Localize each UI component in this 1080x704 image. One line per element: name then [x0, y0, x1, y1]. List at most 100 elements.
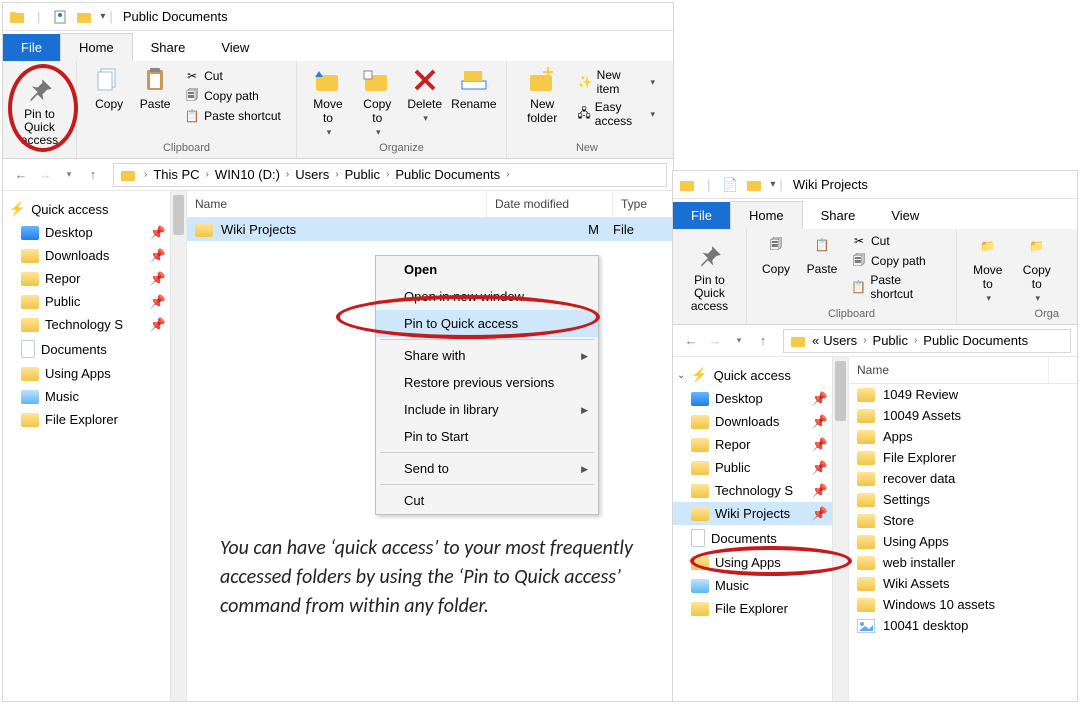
list-item[interactable]: Apps: [849, 426, 1077, 447]
col-name[interactable]: Name: [849, 357, 1049, 383]
folder-icon[interactable]: [76, 9, 92, 25]
list-item[interactable]: Store: [849, 510, 1077, 531]
tab-share[interactable]: Share: [803, 202, 874, 229]
tree-item-downloads[interactable]: Downloads📌: [673, 410, 848, 433]
menu-item-open-new-window[interactable]: Open in new window: [376, 283, 598, 310]
forward-button[interactable]: →: [33, 163, 57, 187]
list-item[interactable]: Wiki Assets: [849, 573, 1077, 594]
list-item[interactable]: web installer: [849, 552, 1077, 573]
file-list[interactable]: Name 1049 Review10049 AssetsAppsFile Exp…: [849, 357, 1077, 701]
rename-button[interactable]: Rename: [448, 63, 500, 113]
list-item[interactable]: Windows 10 assets: [849, 594, 1077, 615]
paste-button[interactable]: Paste: [132, 63, 178, 113]
col-date[interactable]: Date modified: [487, 191, 613, 217]
back-button[interactable]: ←: [9, 163, 33, 187]
scrollbar[interactable]: [170, 191, 186, 701]
list-item[interactable]: 10049 Assets: [849, 405, 1077, 426]
tab-view[interactable]: View: [873, 202, 937, 229]
tree-item[interactable]: Repor📌: [673, 433, 848, 456]
menu-item-open[interactable]: Open: [376, 256, 598, 283]
move-to-button[interactable]: 📁 Move to: [963, 229, 1013, 306]
menu-item-cut[interactable]: Cut: [376, 487, 598, 514]
breadcrumb[interactable]: › This PC› WIN10 (D:)› Users› Public› Pu…: [113, 163, 667, 187]
collapse-icon[interactable]: ⌄: [677, 370, 685, 381]
tree-item[interactable]: Technology S📌: [673, 479, 848, 502]
forward-button[interactable]: →: [703, 329, 727, 353]
recent-locations-button[interactable]: ▾: [727, 329, 751, 353]
tab-file[interactable]: File: [673, 202, 730, 229]
paste-button[interactable]: 📋 Paste: [799, 228, 845, 278]
recent-locations-button[interactable]: ▾: [57, 163, 81, 187]
list-item[interactable]: 10041 desktop: [849, 615, 1077, 636]
menu-item-pin-to-quick-access[interactable]: Pin to Quick access: [376, 310, 598, 337]
folder-icon[interactable]: [746, 177, 762, 193]
new-item-button[interactable]: ✨ New item: [573, 67, 659, 97]
cut-button[interactable]: ✂Cut: [847, 232, 948, 250]
tree-item-desktop[interactable]: Desktop📌: [3, 221, 186, 244]
pin-to-quick-access-button[interactable]: Pin to Quick access: [679, 240, 740, 316]
copy-path-button[interactable]: 🗐 Copy path: [180, 87, 285, 105]
menu-item-restore-previous[interactable]: Restore previous versions: [376, 369, 598, 396]
tree-item[interactable]: Using Apps: [3, 362, 186, 385]
cut-button[interactable]: ✂ Cut: [180, 67, 285, 85]
pin-to-quick-access-button[interactable]: Pin to Quick access: [9, 74, 70, 150]
copy-button[interactable]: Copy: [86, 63, 132, 113]
caret-icon[interactable]: ▾: [100, 11, 105, 22]
scrollbar[interactable]: [832, 357, 848, 701]
up-button[interactable]: ↑: [81, 163, 105, 187]
back-button[interactable]: ←: [679, 329, 703, 353]
move-to-button[interactable]: Move to: [303, 63, 353, 140]
tree-item[interactable]: File Explorer: [673, 597, 848, 620]
properties-icon[interactable]: [52, 9, 68, 25]
copy-path-button[interactable]: 🗐Copy path: [847, 252, 948, 270]
paste-shortcut-button[interactable]: 📋 Paste shortcut: [180, 107, 285, 125]
caret-icon[interactable]: ▾: [770, 179, 775, 190]
delete-button[interactable]: Delete: [402, 63, 448, 126]
scrollbar-thumb[interactable]: [173, 195, 184, 235]
tree-item[interactable]: Public📌: [3, 290, 186, 313]
tree-item-wiki-projects[interactable]: Wiki Projects📌: [673, 502, 848, 525]
tree-item-downloads[interactable]: Downloads📌: [3, 244, 186, 267]
column-headers[interactable]: Name: [849, 357, 1077, 384]
nav-tree[interactable]: ⌄ ⚡ Quick access Desktop📌 Downloads📌 Rep…: [673, 357, 849, 701]
quick-access-node[interactable]: ⌄ ⚡ Quick access: [673, 363, 848, 387]
tree-item-documents[interactable]: Documents: [3, 336, 186, 362]
tab-home[interactable]: Home: [730, 201, 803, 229]
easy-access-button[interactable]: 🖧 Easy access: [573, 99, 659, 129]
list-item[interactable]: File Explorer: [849, 447, 1077, 468]
tree-item[interactable]: File Explorer: [3, 408, 186, 431]
quick-access-node[interactable]: ⚡ Quick access: [3, 197, 186, 221]
tree-item[interactable]: Technology S📌: [3, 313, 186, 336]
scrollbar-thumb[interactable]: [835, 361, 846, 421]
new-folder-button[interactable]: New folder: [513, 63, 571, 127]
copy-to-button[interactable]: 📁 Copy to: [1013, 229, 1061, 306]
tab-file[interactable]: File: [3, 34, 60, 61]
menu-item-share-with[interactable]: Share with: [376, 342, 598, 369]
nav-tree[interactable]: ⚡ Quick access Desktop📌 Downloads📌 Repor…: [3, 191, 187, 701]
menu-item-include-in-library[interactable]: Include in library: [376, 396, 598, 423]
tree-item[interactable]: Public📌: [673, 456, 848, 479]
tab-home[interactable]: Home: [60, 33, 133, 61]
tree-item-desktop[interactable]: Desktop📌: [673, 387, 848, 410]
list-item[interactable]: recover data: [849, 468, 1077, 489]
copy-to-button[interactable]: Copy to: [353, 63, 402, 140]
tree-item-documents[interactable]: Documents: [673, 525, 848, 551]
list-item[interactable]: Wiki Projects M File: [187, 218, 673, 241]
list-item[interactable]: Settings: [849, 489, 1077, 510]
copy-button[interactable]: 🗐 Copy: [753, 228, 799, 278]
tab-share[interactable]: Share: [133, 34, 204, 61]
menu-item-send-to[interactable]: Send to: [376, 455, 598, 482]
tree-item-music[interactable]: Music: [3, 385, 186, 408]
list-item[interactable]: Using Apps: [849, 531, 1077, 552]
up-button[interactable]: ↑: [751, 329, 775, 353]
paste-shortcut-button[interactable]: 📋Paste shortcut: [847, 272, 948, 302]
tree-item-music[interactable]: Music: [673, 574, 848, 597]
col-type[interactable]: Type: [613, 191, 673, 217]
column-headers[interactable]: Name Date modified Type: [187, 191, 673, 218]
tree-item[interactable]: Repor📌: [3, 267, 186, 290]
tree-item[interactable]: Using Apps: [673, 551, 848, 574]
tab-view[interactable]: View: [203, 34, 267, 61]
menu-item-pin-to-start[interactable]: Pin to Start: [376, 423, 598, 450]
properties-icon[interactable]: 📄: [722, 177, 738, 193]
breadcrumb[interactable]: « Users› Public› Public Documents: [783, 329, 1071, 353]
